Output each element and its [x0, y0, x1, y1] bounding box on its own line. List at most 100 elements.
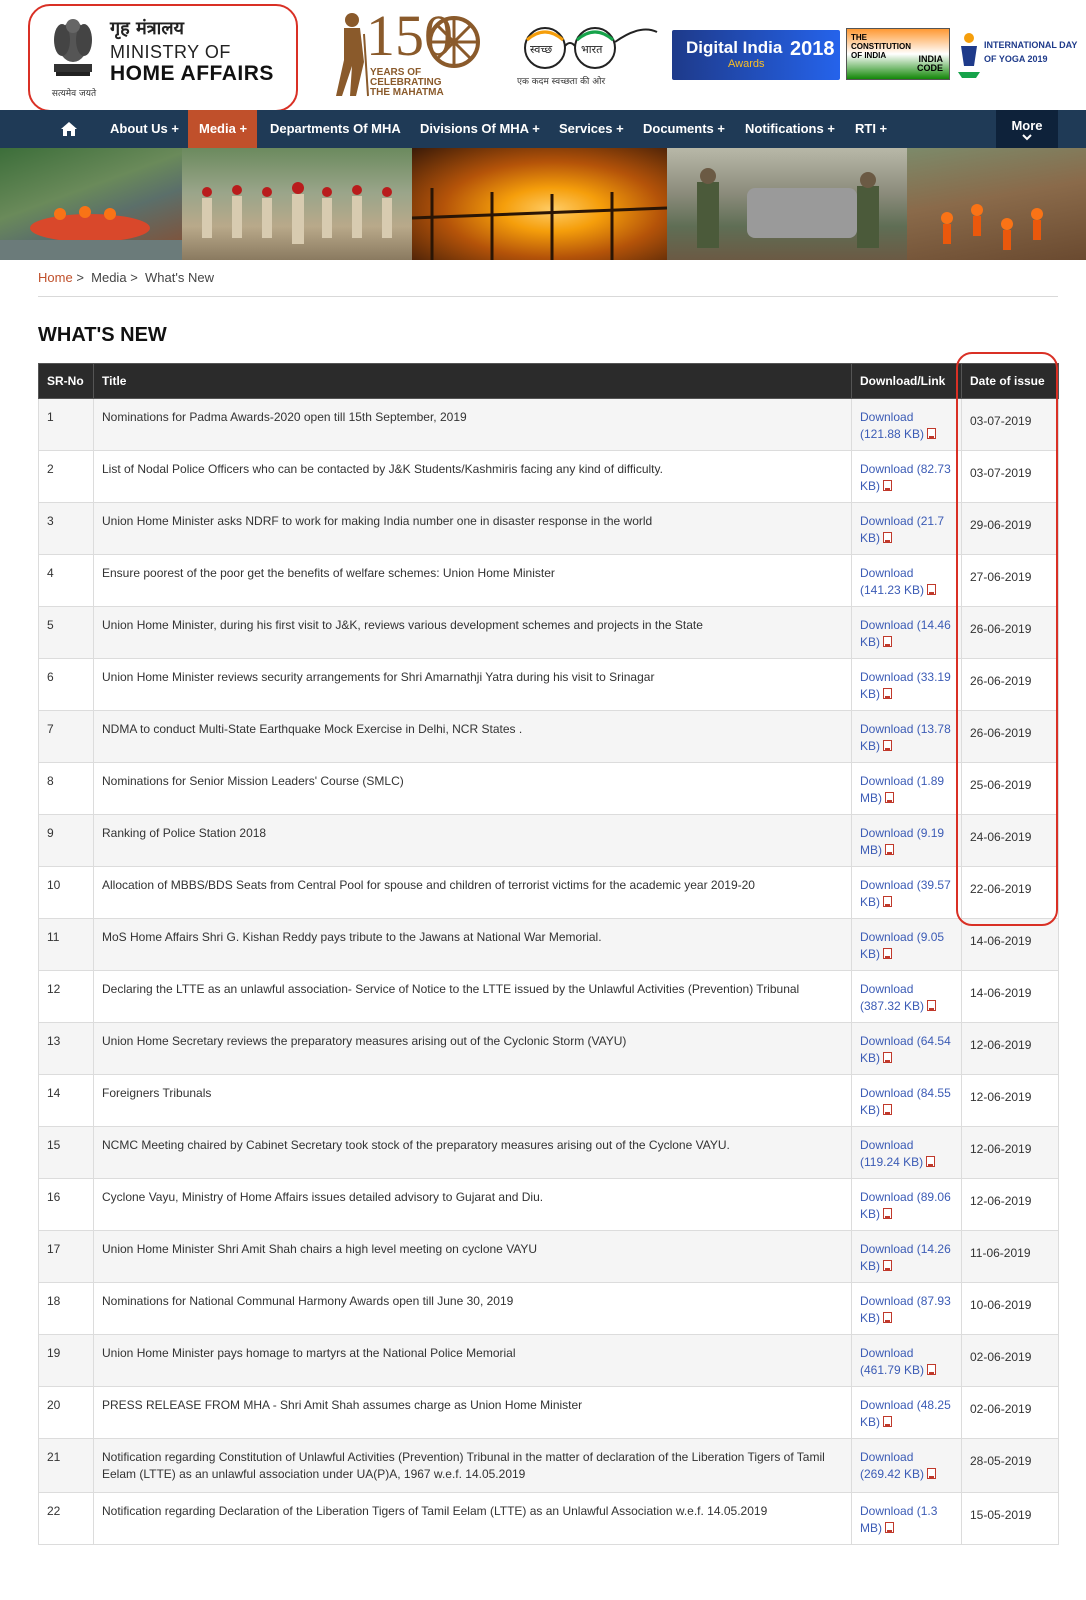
download-link[interactable]: Download (48.25 KB)	[860, 1398, 951, 1429]
download-link[interactable]: Download (9.05 KB)	[860, 930, 944, 961]
row-title: Union Home Minister asks NDRF to work fo…	[93, 502, 852, 555]
download-link[interactable]: Download (84.55 KB)	[860, 1086, 951, 1117]
table-header-row: SR-No Title Download/Link Date of issue	[38, 363, 1059, 399]
table-row: 10 Allocation of MBBS/BDS Seats from Cent…	[38, 866, 1059, 919]
digital-india-text: Digital India	[686, 38, 783, 57]
table-row: 8 Nominations for Senior Mission Leaders'…	[38, 762, 1059, 815]
india-code-logo[interactable]: THE CONSTITUTION OF INDIA INDIA CODE	[846, 28, 950, 80]
download-link[interactable]: Download (14.46 KB)	[860, 618, 951, 649]
nav-more-button[interactable]: More	[996, 110, 1058, 148]
download-link[interactable]: Download (9.19 MB)	[860, 826, 944, 857]
row-title: Cyclone Vayu, Ministry of Home Affairs i…	[93, 1178, 852, 1231]
breadcrumb: Home > Media > What's New	[38, 270, 214, 285]
yoga-day-logo[interactable]: INTERNATIONAL DAY OF YOGA 2019	[958, 28, 1078, 82]
nav-media[interactable]: Media +	[188, 110, 257, 148]
row-date: 27-06-2019	[961, 554, 1059, 607]
pdf-icon	[927, 1364, 937, 1375]
row-download-cell: Download (82.73 KB)	[851, 450, 962, 503]
table-row: 9 Ranking of Police Station 2018 Download …	[38, 814, 1059, 867]
table-row: 3 Union Home Minister asks NDRF to work f…	[38, 502, 1059, 555]
digital-india-awards-logo[interactable]: Digital India 2018 Awards	[672, 30, 840, 80]
ministry-logo-link[interactable]: सत्यमेव जयते गृह मंत्रालय MINISTRY OF HO…	[28, 4, 298, 112]
download-link[interactable]: Download (121.88 KB)	[860, 410, 924, 441]
digital-india-year: 2018	[790, 38, 835, 60]
nav-notifications[interactable]: Notifications +	[745, 110, 845, 148]
download-link[interactable]: Download (64.54 KB)	[860, 1034, 951, 1065]
file-size: (387.32 KB)	[860, 999, 925, 1013]
row-date: 24-06-2019	[961, 814, 1059, 867]
row-download-cell: Download (14.26 KB)	[851, 1230, 962, 1283]
gandhi-150-logo[interactable]: 150 YEARS OF CELEBRATING THE MAHATMA	[330, 3, 505, 102]
row-sr-no: 5	[38, 606, 94, 659]
download-link[interactable]: Download (82.73 KB)	[860, 462, 951, 493]
download-link[interactable]: Download (33.19 KB)	[860, 670, 951, 701]
download-link[interactable]: Download (39.57 KB)	[860, 878, 951, 909]
download-link[interactable]: Download (141.23 KB)	[860, 566, 924, 597]
breadcrumb-home-link[interactable]: Home	[38, 270, 73, 285]
file-size: (461.79 KB)	[860, 1363, 925, 1377]
table-row: 18 Nominations for National Communal Harm…	[38, 1282, 1059, 1335]
logo150-subtitle: YEARS OF CELEBRATING THE MAHATMA	[370, 68, 444, 98]
row-sr-no: 8	[38, 762, 94, 815]
swachh-left-text: स्वच्छ	[530, 43, 552, 56]
row-download-cell: Download (119.24 KB)	[851, 1126, 962, 1179]
table-row: 20 PRESS RELEASE FROM MHA - Shri Amit Sha…	[38, 1386, 1059, 1439]
pdf-icon	[883, 1260, 893, 1271]
breadcrumb-media-link[interactable]: Media	[91, 270, 126, 285]
nav-home-button[interactable]	[52, 110, 86, 148]
nav-about-us[interactable]: About Us +	[100, 110, 192, 148]
row-title: Union Home Minister pays homage to marty…	[93, 1334, 852, 1387]
rescue-workers-icon	[941, 204, 1043, 250]
nav-documents[interactable]: Documents +	[643, 110, 733, 148]
yoga-text-line2: OF YOGA 2019	[984, 54, 1048, 64]
download-label: Download	[860, 1034, 914, 1048]
row-title: Union Home Minister, during his first vi…	[93, 606, 852, 659]
divider	[38, 296, 1058, 297]
download-link[interactable]: Download (1.3 MB)	[860, 1504, 937, 1535]
download-link[interactable]: Download (387.32 KB)	[860, 982, 924, 1013]
row-title: MoS Home Affairs Shri G. Kishan Reddy pa…	[93, 918, 852, 971]
row-title: Notification regarding Constitution of U…	[93, 1438, 852, 1493]
download-link[interactable]: Download (21.7 KB)	[860, 514, 944, 545]
download-link[interactable]: Download (87.93 KB)	[860, 1294, 951, 1325]
row-title: Nominations for National Communal Harmon…	[93, 1282, 852, 1335]
logo150-sub3: THE MAHATMA	[370, 87, 444, 98]
row-title: Union Home Minister reviews security arr…	[93, 658, 852, 711]
download-link[interactable]: Download (13.78 KB)	[860, 722, 951, 753]
row-sr-no: 13	[38, 1022, 94, 1075]
pdf-icon	[883, 688, 893, 699]
nav-departments-of-mha[interactable]: Departments Of MHA	[270, 110, 406, 148]
charkha-wheel-icon	[428, 16, 480, 68]
swachh-right-text: भारत	[581, 43, 603, 56]
download-label: Download	[860, 878, 914, 892]
row-sr-no: 16	[38, 1178, 94, 1231]
download-link[interactable]: Download (14.26 KB)	[860, 1242, 951, 1273]
download-link[interactable]: Download (89.06 KB)	[860, 1190, 951, 1221]
row-download-cell: Download (48.25 KB)	[851, 1386, 962, 1439]
yoga-text: INTERNATIONAL DAY OF YOGA 2019	[984, 38, 1077, 66]
row-sr-no: 18	[38, 1282, 94, 1335]
pdf-icon	[927, 584, 937, 595]
table-row: 19 Union Home Minister pays homage to mar…	[38, 1334, 1059, 1387]
table-row: 13 Union Home Secretary reviews the prepa…	[38, 1022, 1059, 1075]
row-title: Nominations for Padma Awards-2020 open t…	[93, 398, 852, 451]
download-link[interactable]: Download (461.79 KB)	[860, 1346, 924, 1377]
download-link[interactable]: Download (269.42 KB)	[860, 1450, 924, 1481]
photo-banner	[0, 148, 1086, 260]
nav-divisions-of-mha[interactable]: Divisions Of MHA +	[420, 110, 544, 148]
row-title: PRESS RELEASE FROM MHA - Shri Amit Shah …	[93, 1386, 852, 1439]
nav-services[interactable]: Services +	[559, 110, 629, 148]
download-label: Download	[860, 1190, 914, 1204]
download-link[interactable]: Download (119.24 KB)	[860, 1138, 923, 1169]
nav-rti[interactable]: RTI +	[855, 110, 905, 148]
row-date: 25-06-2019	[961, 762, 1059, 815]
banner-landslide-rescue-photo	[907, 148, 1086, 260]
banner-security-check-photo	[667, 148, 907, 260]
swachh-bharat-logo[interactable]: स्वच्छ भारत एक कदम स्वच्छता की ओर	[515, 20, 660, 90]
pdf-icon	[885, 792, 894, 803]
download-link[interactable]: Download (1.89 MB)	[860, 774, 944, 805]
pdf-icon	[883, 896, 893, 907]
row-date: 11-06-2019	[961, 1230, 1059, 1283]
row-date: 28-05-2019	[961, 1438, 1059, 1493]
ministry-title-line1: MINISTRY OF	[110, 42, 231, 62]
